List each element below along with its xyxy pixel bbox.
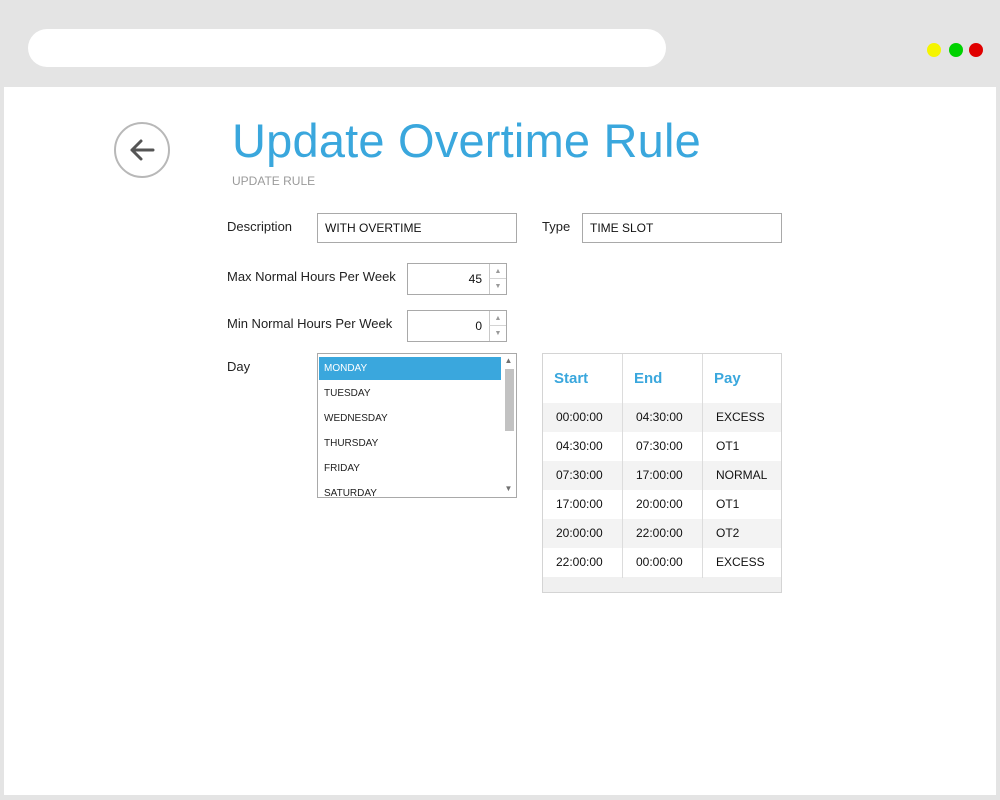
table-row[interactable]: 04:30:00 07:30:00 OT1: [543, 432, 781, 461]
window-minimize-dot[interactable]: [927, 43, 941, 57]
time-slot-grid: Start End Pay 00:00:00 04:30:00 EXCESS 0…: [542, 353, 782, 593]
cell-pay: OT1: [716, 439, 740, 453]
page-subtitle: UPDATE RULE: [232, 174, 316, 188]
cell-end: 22:00:00: [636, 526, 683, 540]
min-hours-stepper: ▲ ▼: [407, 310, 507, 342]
column-divider: [702, 354, 703, 578]
window-maximize-dot[interactable]: [949, 43, 963, 57]
max-hours-increment[interactable]: ▲: [489, 264, 506, 279]
cell-end: 17:00:00: [636, 468, 683, 482]
day-item-thursday[interactable]: THURSDAY: [319, 432, 501, 455]
min-hours-label: Min Normal Hours Per Week: [227, 316, 393, 331]
max-hours-label: Max Normal Hours Per Week: [227, 269, 396, 284]
table-row[interactable]: 17:00:00 20:00:00 OT1: [543, 490, 781, 519]
triangle-up-icon: ▲: [494, 314, 502, 322]
day-item-monday[interactable]: MONDAY: [319, 357, 501, 380]
triangle-down-icon: ▼: [494, 283, 502, 290]
cell-end: 04:30:00: [636, 410, 683, 424]
day-item-friday[interactable]: FRIDAY: [319, 457, 501, 480]
day-label: Day: [227, 359, 251, 374]
table-row[interactable]: 20:00:00 22:00:00 OT2: [543, 519, 781, 548]
min-hours-decrement[interactable]: ▼: [489, 326, 506, 341]
min-hours-input[interactable]: [408, 311, 484, 341]
type-label: Type: [542, 219, 571, 234]
table-row[interactable]: 22:00:00 00:00:00 EXCESS: [543, 548, 781, 577]
table-row[interactable]: 07:30:00 17:00:00 NORMAL: [543, 461, 781, 490]
cell-start: 07:30:00: [556, 468, 603, 482]
triangle-down-icon: ▼: [494, 330, 502, 337]
cell-start: 20:00:00: [556, 526, 603, 540]
cell-start: 00:00:00: [556, 410, 603, 424]
table-row[interactable]: 00:00:00 04:30:00 EXCESS: [543, 403, 781, 432]
max-hours-stepper: ▲ ▼: [407, 263, 507, 295]
cell-pay: OT1: [716, 497, 740, 511]
type-input[interactable]: [582, 213, 782, 243]
max-hours-input[interactable]: [408, 264, 484, 294]
scroll-down-icon[interactable]: ▼: [501, 482, 516, 494]
cell-pay: EXCESS: [716, 410, 765, 424]
column-header-start[interactable]: Start: [543, 354, 622, 403]
min-hours-increment[interactable]: ▲: [489, 311, 506, 326]
cell-start: 17:00:00: [556, 497, 603, 511]
page-title: Update Overtime Rule: [232, 114, 701, 167]
cell-end: 07:30:00: [636, 439, 683, 453]
cell-end: 00:00:00: [636, 555, 683, 569]
cell-pay: NORMAL: [716, 468, 768, 482]
back-button[interactable]: [114, 122, 170, 178]
description-label: Description: [227, 219, 293, 234]
window-close-dot[interactable]: [969, 43, 983, 57]
cell-start: 22:00:00: [556, 555, 603, 569]
max-hours-decrement[interactable]: ▼: [489, 279, 506, 294]
scroll-thumb[interactable]: [505, 369, 514, 431]
cell-start: 04:30:00: [556, 439, 603, 453]
day-item-tuesday[interactable]: TUESDAY: [319, 382, 501, 405]
scroll-up-icon[interactable]: ▲: [501, 354, 516, 366]
day-listbox[interactable]: MONDAY TUESDAY WEDNESDAY THURSDAY FRIDAY…: [317, 353, 517, 498]
cell-pay: EXCESS: [716, 555, 765, 569]
triangle-up-icon: ▲: [494, 267, 502, 275]
day-item-wednesday[interactable]: WEDNESDAY: [319, 407, 501, 430]
day-list-scrollbar[interactable]: ▲ ▼: [501, 354, 516, 497]
column-header-pay[interactable]: Pay: [703, 354, 781, 403]
arrow-left-icon: [130, 139, 155, 161]
description-input[interactable]: [317, 213, 517, 243]
column-divider: [622, 354, 623, 578]
app-window: Update Overtime Rule UPDATE RULE Descrip…: [4, 87, 996, 795]
day-item-saturday[interactable]: SATURDAY: [319, 482, 501, 497]
cell-end: 20:00:00: [636, 497, 683, 511]
address-bar[interactable]: [28, 29, 666, 67]
cell-pay: OT2: [716, 526, 740, 540]
column-header-end[interactable]: End: [623, 354, 702, 403]
grid-header: Start End Pay: [543, 354, 781, 403]
